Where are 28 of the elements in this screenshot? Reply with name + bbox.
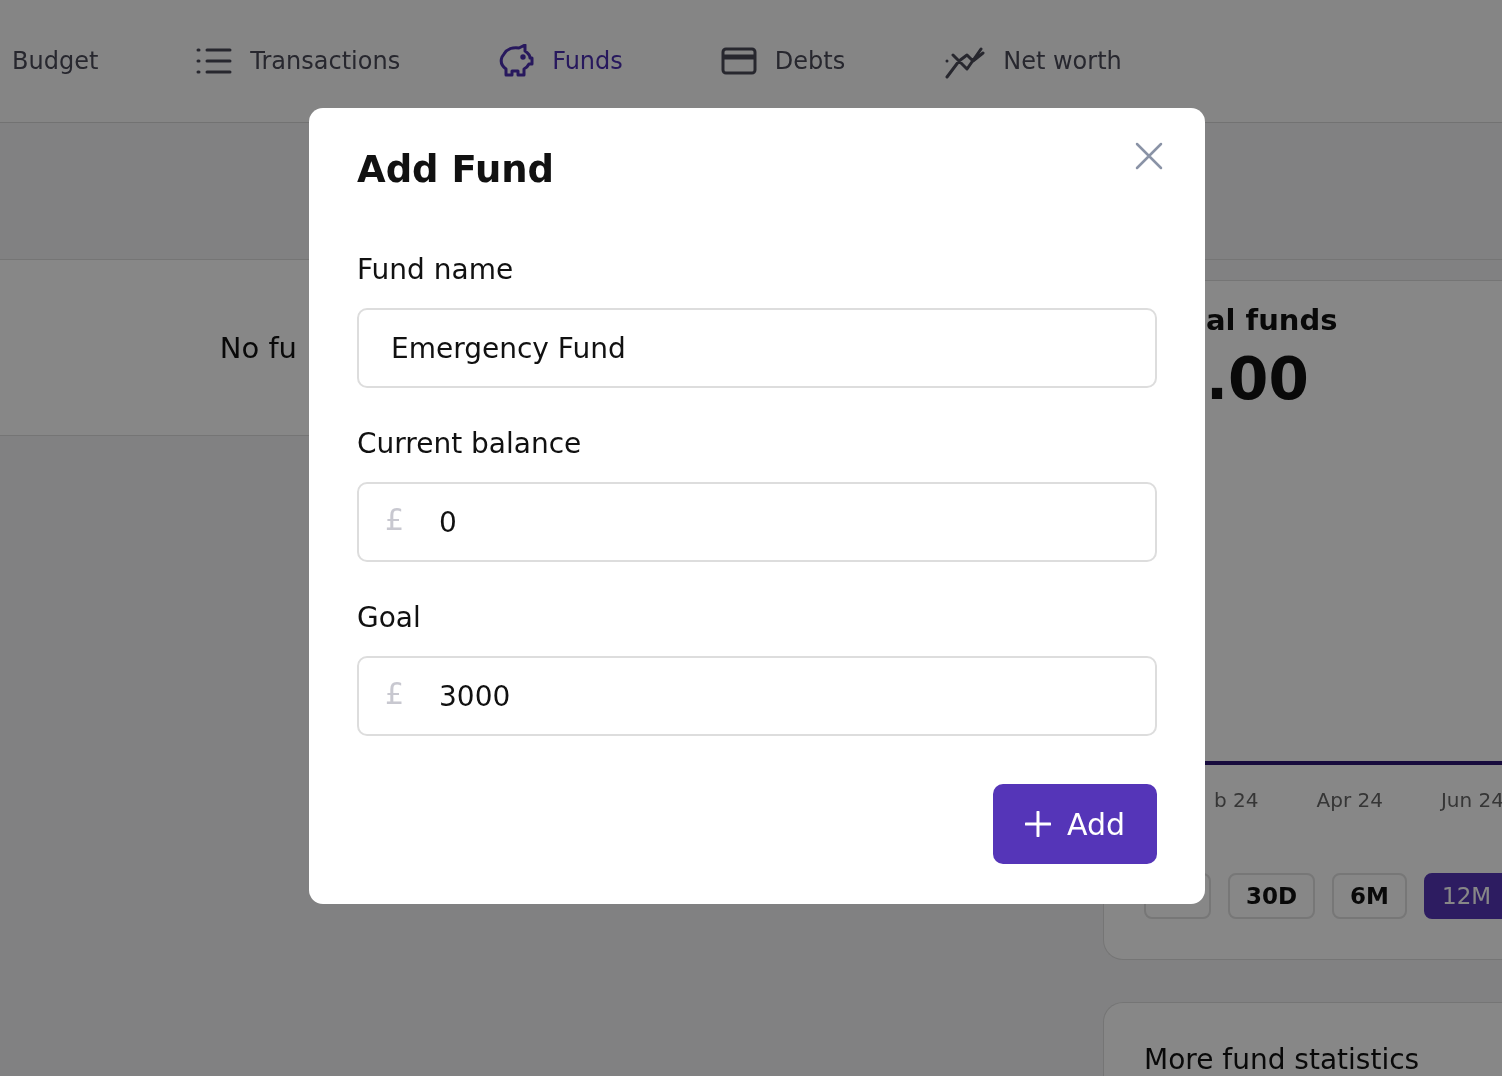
nav-tab[interactable]: Budget	[12, 47, 99, 75]
period-button[interactable]: 12M	[1424, 873, 1502, 919]
list-icon	[196, 47, 233, 75]
total-amount: .00	[1206, 345, 1310, 413]
plus-icon	[1024, 811, 1051, 837]
axis-label: Apr 24	[1316, 788, 1383, 812]
credit-card-icon	[720, 47, 757, 75]
axis-label: Jun 24	[1440, 788, 1502, 812]
period-button[interactable]: 30D	[1228, 873, 1316, 919]
currency-prefix: £	[385, 676, 405, 711]
nav-tab[interactable]: Net worth	[943, 43, 1122, 79]
field-label: Current balance	[357, 426, 583, 462]
nav-tab[interactable]: Funds	[498, 44, 623, 78]
add-button[interactable]: Add	[992, 784, 1157, 864]
close-icon[interactable]	[1135, 142, 1163, 170]
input-field[interactable]: Emergency Fund	[357, 308, 1157, 388]
card-title: al funds	[1206, 303, 1339, 337]
field-label: Goal	[357, 600, 422, 636]
field-label: Fund name	[357, 252, 515, 288]
dialog-title: Add Fund	[357, 147, 555, 193]
period-button[interactable]: 6M	[1332, 873, 1407, 919]
nav-tab[interactable]: Transactions	[196, 47, 401, 75]
axis-label: b 24	[1214, 788, 1259, 812]
empty-message: No fu	[219, 330, 297, 365]
currency-prefix: £	[385, 502, 405, 537]
card-title: More fund statistics	[1144, 1043, 1420, 1076]
piggy-bank-icon	[498, 44, 535, 78]
nav-tab[interactable]: Debts	[720, 47, 846, 75]
